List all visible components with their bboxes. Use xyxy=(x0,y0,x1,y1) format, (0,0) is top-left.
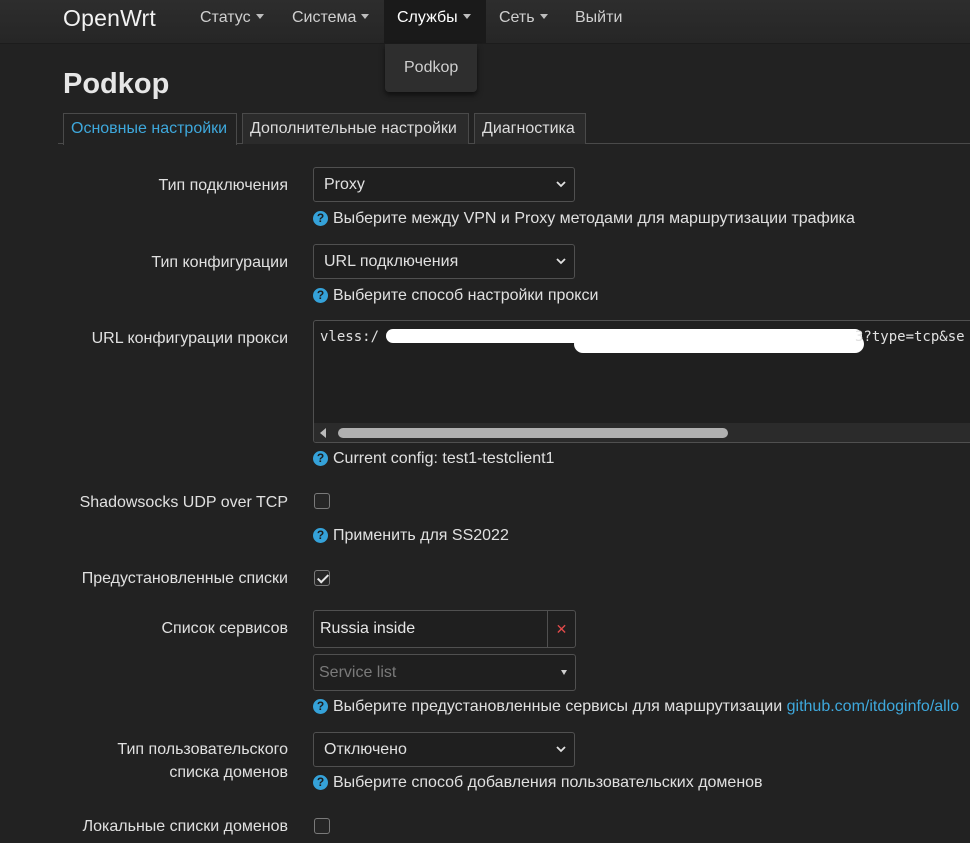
menu-item-podkop[interactable]: Podkop xyxy=(404,59,458,77)
service-list-dropdown[interactable]: Service list xyxy=(313,654,576,691)
nav-status-label: Статус xyxy=(200,9,251,26)
check-icon xyxy=(316,571,330,584)
config-type-value: URL подключения xyxy=(324,253,459,270)
service-list-placeholder: Service list xyxy=(319,664,397,681)
chevron-down-icon xyxy=(556,181,566,188)
tab-basic-settings[interactable]: Основные настройки xyxy=(63,113,237,145)
chevron-down-icon xyxy=(361,14,370,19)
custom-domains-type-value: Отключено xyxy=(324,741,407,758)
help-icon: ? xyxy=(313,528,328,543)
ss-udp-help: ? Применить для SS2022 xyxy=(313,526,509,546)
custom-domains-label-line2: списка доменов xyxy=(169,764,288,781)
connection-type-help-text: Выберите между VPN и Proxy методами для … xyxy=(333,210,855,227)
ss-udp-label: Shadowsocks UDP over TCP xyxy=(79,494,288,511)
help-icon: ? xyxy=(313,211,328,226)
nav-status[interactable]: Статус xyxy=(187,0,277,43)
remove-service-button[interactable]: ✕ xyxy=(547,611,575,647)
chevron-down-icon xyxy=(255,14,264,19)
config-type-help: ? Выберите способ настройки прокси xyxy=(313,286,598,306)
connection-type-help: ? Выберите между VPN и Proxy методами для… xyxy=(313,209,855,229)
proxy-url-help: ? Current config: test1-testclient1 xyxy=(313,449,554,469)
help-icon: ? xyxy=(313,775,328,790)
scroll-left-icon[interactable] xyxy=(320,428,326,438)
connection-type-label: Тип подключения xyxy=(158,177,289,194)
nav-network-label: Сеть xyxy=(499,9,535,26)
proxy-url-textarea[interactable]: vless:/ 3?type=tcp&se xyxy=(313,320,970,443)
local-domain-lists-checkbox[interactable] xyxy=(314,818,330,834)
preset-lists-checkbox[interactable] xyxy=(314,570,330,586)
chevron-down-icon xyxy=(556,746,566,753)
help-icon: ? xyxy=(313,288,328,303)
service-list-label: Список сервисов xyxy=(161,620,289,637)
proxy-url-prefix: vless:/ xyxy=(320,329,380,345)
selected-service-item: Russia inside xyxy=(320,620,416,637)
tab-advanced-settings[interactable]: Дополнительные настройки xyxy=(242,113,469,144)
config-type-select[interactable]: URL подключения xyxy=(313,244,575,279)
connection-type-value: Proxy xyxy=(324,176,365,193)
service-list-help-text: Выберите предустановленные сервисы для м… xyxy=(333,698,783,715)
nav-network[interactable]: Сеть xyxy=(486,0,561,43)
nav-services[interactable]: Службы xyxy=(384,0,486,43)
brand-logo[interactable]: OpenWrt xyxy=(63,5,156,32)
local-domain-lists-label: Локальные списки доменов xyxy=(82,818,288,835)
horizontal-scrollbar[interactable] xyxy=(314,423,970,442)
github-link[interactable]: github.com/itdoginfo/allo xyxy=(787,698,960,715)
custom-domains-type-label: Тип пользовательского списка доменов xyxy=(117,738,288,784)
scrollbar-thumb[interactable] xyxy=(338,428,728,438)
chevron-down-icon xyxy=(556,258,566,265)
proxy-url-help-text: Current config: test1-testclient1 xyxy=(333,450,555,467)
custom-domains-help-text: Выберите способ добавления пользовательс… xyxy=(333,774,763,791)
connection-type-select[interactable]: Proxy xyxy=(313,167,575,202)
redaction-mark xyxy=(574,335,864,353)
chevron-down-icon xyxy=(539,14,548,19)
custom-domains-help: ? Выберите способ добавления пользователь… xyxy=(313,773,763,793)
nav-system[interactable]: Система xyxy=(279,0,382,43)
ss-udp-checkbox[interactable] xyxy=(314,493,330,509)
chevron-down-icon xyxy=(462,14,471,19)
custom-domains-type-select[interactable]: Отключено xyxy=(313,732,575,767)
tab-diagnostics[interactable]: Диагностика xyxy=(474,113,586,144)
service-list-selected[interactable]: Russia inside ✕ xyxy=(313,610,576,648)
config-type-help-text: Выберите способ настройки прокси xyxy=(333,287,599,304)
config-type-label: Тип конфигурации xyxy=(151,254,288,271)
help-icon: ? xyxy=(313,699,328,714)
chevron-down-icon xyxy=(561,670,567,675)
service-list-help: ? Выберите предустановленные сервисы для … xyxy=(313,697,959,717)
nav-logout-label: Выйти xyxy=(575,9,623,26)
top-navbar: OpenWrt Статус Система Службы Сеть Выйти xyxy=(0,0,970,44)
custom-domains-label-line1: Тип пользовательского xyxy=(117,741,288,758)
help-icon: ? xyxy=(313,451,328,466)
nav-system-label: Система xyxy=(292,9,357,26)
proxy-url-suffix: 3?type=tcp&se xyxy=(855,329,965,345)
ss-udp-help-text: Применить для SS2022 xyxy=(333,527,509,544)
proxy-url-label: URL конфигурации прокси xyxy=(91,330,288,347)
services-dropdown-menu: Podkop xyxy=(385,44,477,92)
preset-lists-label: Предустановленные списки xyxy=(81,570,288,587)
nav-logout[interactable]: Выйти xyxy=(562,0,635,43)
nav-services-label: Службы xyxy=(397,9,458,26)
page-title: Podkop xyxy=(63,68,170,100)
